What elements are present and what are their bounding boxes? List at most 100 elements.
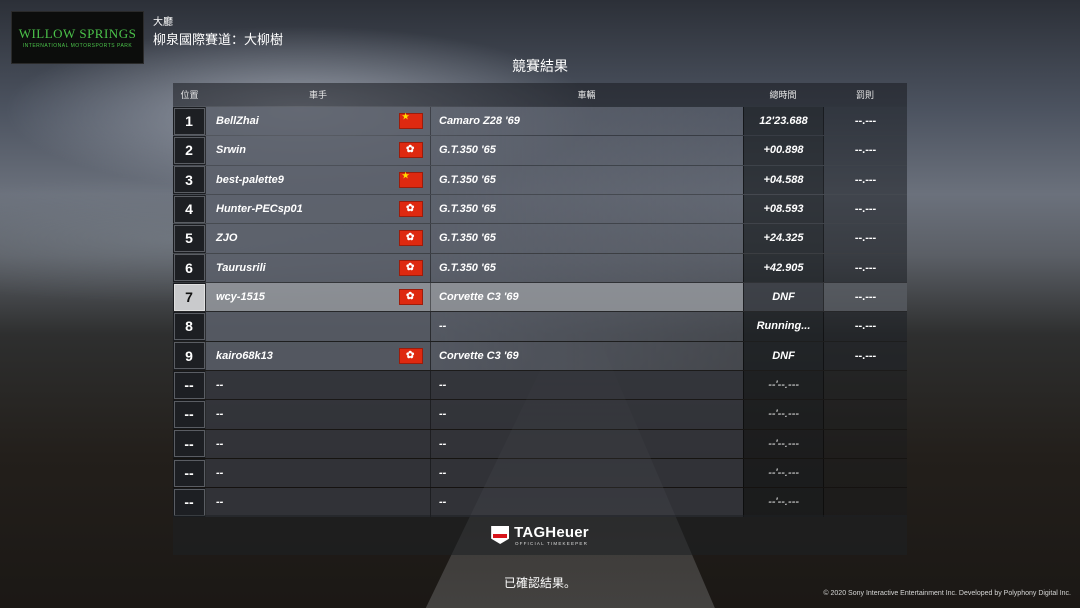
penalty-cell: --.---: [823, 107, 907, 136]
position-number: 2: [173, 136, 205, 164]
col-penalty: 罰則: [855, 90, 874, 100]
car-cell: G.T.350 '65: [430, 194, 743, 224]
results-table: 位置 車手 車輛 總時間 罰則 1 BellZhai Camaro Z28 '691…: [173, 83, 907, 517]
position-cell: 2: [173, 136, 206, 165]
position-number: --: [173, 430, 205, 458]
driver-cell: Srwin: [206, 136, 430, 165]
driver-name: wcy-1515: [216, 291, 265, 304]
position-cell: --: [173, 400, 206, 429]
table-row[interactable]: 4 Hunter-PECsp01 G.T.350 '65+08.593--.---: [173, 193, 907, 224]
driver-name: --: [216, 408, 224, 421]
position-cell: --: [173, 458, 206, 488]
driver-cell: ZJO: [206, 224, 430, 253]
position-number: 3: [173, 166, 205, 194]
car-cell: G.T.350 '65: [430, 253, 743, 282]
penalty-cell: [823, 488, 907, 517]
driver-cell: --: [206, 488, 430, 517]
table-row[interactable]: -- -- -- --'--.---: [173, 457, 907, 488]
driver-name: --: [216, 467, 224, 480]
position-number: 8: [173, 312, 205, 340]
position-cell: 6: [173, 253, 206, 282]
total-time-cell: 12'23.688: [743, 107, 823, 136]
car-cell: --: [430, 400, 743, 429]
table-body: 1BellZhaiCamaro Z28 '6912'23.688--.---2S…: [173, 106, 907, 517]
table-row[interactable]: -- -- -- --'--.---: [173, 428, 907, 458]
table-row[interactable]: -- -- -- --'--.---: [173, 369, 907, 400]
col-car: 車輛: [577, 90, 596, 100]
table-header: 位置 車手 車輛 總時間 罰則: [173, 83, 907, 106]
car-cell: --: [430, 429, 743, 458]
hk-flag-icon: [399, 201, 423, 218]
total-time-cell: --'--.---: [743, 458, 823, 488]
driver-cell: best-palette9: [206, 165, 430, 194]
driver-cell: Hunter-PECsp01: [206, 194, 430, 224]
driver-cell: --: [206, 400, 430, 429]
total-time-cell: +04.588: [743, 165, 823, 194]
position-number: --: [173, 459, 205, 487]
penalty-cell: --.---: [823, 312, 907, 341]
hk-flag-icon: [399, 142, 423, 159]
position-number: 4: [173, 195, 205, 223]
driver-name: Hunter-PECsp01: [216, 203, 303, 216]
car-cell: G.T.350 '65: [430, 224, 743, 253]
total-time-cell: +00.898: [743, 136, 823, 165]
position-cell: --: [173, 488, 206, 517]
penalty-cell: --.---: [823, 253, 907, 282]
penalty-cell: --.---: [823, 136, 907, 165]
table-row[interactable]: 9 kairo68k13 Corvette C3 '69DNF--.---: [173, 340, 907, 370]
logo-subtext: INTERNATIONAL MOTORSPORTS PARK: [22, 43, 133, 49]
sponsor-bar: TAGHeuer OFFICIAL TIMEKEEPER: [173, 515, 907, 555]
driver-name: best-palette9: [216, 173, 284, 186]
position-cell: 3: [173, 165, 206, 194]
table-row[interactable]: 8 -- Running... --.---: [173, 311, 907, 341]
car-cell: G.T.350 '65: [430, 136, 743, 165]
hk-flag-icon: [399, 347, 423, 364]
driver-cell: --: [206, 429, 430, 458]
table-row[interactable]: -- -- -- --'--.---: [173, 487, 907, 517]
table-row[interactable]: 6 Taurusrili G.T.350 '65+42.905--.---: [173, 252, 907, 282]
total-time-cell: +08.593: [743, 194, 823, 224]
penalty-cell: [823, 370, 907, 400]
penalty-cell: --.---: [823, 194, 907, 224]
penalty-cell: --.---: [823, 165, 907, 194]
position-number: --: [173, 488, 205, 516]
penalty-cell: --.---: [823, 224, 907, 253]
position-number: 5: [173, 224, 205, 252]
table-row[interactable]: 1 BellZhai Camaro Z28 '6912'23.688--.---: [173, 106, 907, 136]
penalty-cell: [823, 429, 907, 458]
sponsor-brand: TAGHeuer: [514, 524, 589, 541]
total-time-cell: --'--.---: [743, 370, 823, 400]
car-cell: --: [430, 458, 743, 488]
hk-flag-icon: [399, 289, 423, 306]
hk-flag-icon: [399, 230, 423, 247]
table-row[interactable]: 3 best-palette9 G.T.350 '65+04.588--.---: [173, 164, 907, 194]
car-cell: --: [430, 312, 743, 341]
penalty-cell: --.---: [823, 341, 907, 370]
table-row[interactable]: 7 wcy-1515 Corvette C3 '69DNF--.---: [173, 281, 907, 312]
position-cell: 9: [173, 341, 206, 370]
car-cell: --: [430, 370, 743, 400]
tagheuer-shield-icon: [491, 526, 510, 544]
car-cell: --: [430, 488, 743, 517]
total-time-cell: --'--.---: [743, 400, 823, 429]
position-cell: 7: [173, 282, 206, 312]
hk-flag-icon: [399, 259, 423, 276]
col-driver: 車手: [308, 90, 327, 100]
driver-name: kairo68k13: [216, 349, 273, 362]
event-type: 大廳: [153, 17, 173, 28]
driver-name: BellZhai: [216, 115, 259, 128]
confirm-message: 已確認結果。: [503, 576, 576, 590]
table-row[interactable]: 5 ZJO G.T.350 '65+24.325--.---: [173, 223, 907, 253]
driver-cell: wcy-1515: [206, 282, 430, 312]
total-time-cell: +42.905: [743, 253, 823, 282]
total-time-cell: +24.325: [743, 224, 823, 253]
position-cell: --: [173, 370, 206, 400]
driver-name: ZJO: [216, 232, 238, 245]
table-row[interactable]: 2 Srwin G.T.350 '65+00.898--.---: [173, 135, 907, 165]
car-cell: Corvette C3 '69: [430, 341, 743, 370]
car-cell: G.T.350 '65: [430, 165, 743, 194]
driver-name: --: [216, 379, 224, 392]
car-cell: Corvette C3 '69: [430, 282, 743, 312]
table-row[interactable]: -- -- -- --'--.---: [173, 399, 907, 429]
sponsor-tagline: OFFICIAL TIMEKEEPER: [514, 541, 589, 546]
